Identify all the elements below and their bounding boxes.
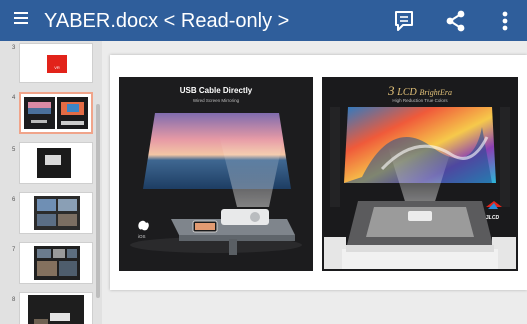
thumbnail-number: 8 xyxy=(12,297,16,303)
slide-thumbnail-5[interactable] xyxy=(19,142,93,184)
os-label: iOS xyxy=(138,234,146,239)
thumbnail-scrollbar-thumb[interactable] xyxy=(96,104,100,298)
projection-scene xyxy=(130,113,302,255)
thumbnail-number: 4 xyxy=(12,95,16,101)
thumbnail-number: 7 xyxy=(12,247,16,253)
slide-preview xyxy=(34,196,80,230)
thumbnail-number: 5 xyxy=(12,147,16,153)
slide-thumbnail-7[interactable] xyxy=(19,242,93,284)
hamburger-menu-icon[interactable] xyxy=(14,12,28,28)
slide-preview xyxy=(28,295,84,324)
thumbnail-number: 3 xyxy=(12,45,16,51)
more-vert-icon[interactable] xyxy=(492,8,518,34)
projection-scene xyxy=(324,107,516,269)
document-page: USB Cable Directly Wired Screen Mirrorin… xyxy=(110,55,527,290)
thumbnail-red-block: VR xyxy=(47,55,67,73)
3lcd-badge-icon xyxy=(486,201,502,209)
slide-thumbnail-8[interactable] xyxy=(19,292,93,324)
document-title: YABER.docx < Read-only > xyxy=(44,10,290,32)
thumbnail-image xyxy=(37,148,71,178)
slide-preview xyxy=(34,246,80,280)
usb-cable-panel: USB Cable Directly Wired Screen Mirrorin… xyxy=(119,77,313,271)
apple-logo-icon xyxy=(138,220,149,231)
slide-thumbnail-panel: 3 VR 4 5 6 7 8 xyxy=(0,41,102,324)
thumbnail-text: VR xyxy=(54,65,60,70)
slide-thumbnail-6[interactable] xyxy=(19,192,93,234)
slide-preview xyxy=(24,97,88,129)
slide-thumbnail-4[interactable] xyxy=(19,92,93,134)
slide-thumbnail-3[interactable]: VR xyxy=(19,43,93,83)
3lcd-panel: 3 LCD BrightEra High Reduction True Colo… xyxy=(322,77,518,271)
3lcd-badge-label: 3LCD xyxy=(486,215,500,221)
share-icon[interactable] xyxy=(443,8,469,34)
app-bar: YABER.docx < Read-only > xyxy=(0,0,527,41)
thumbnail-number: 6 xyxy=(12,197,16,203)
comment-icon[interactable] xyxy=(392,8,418,34)
